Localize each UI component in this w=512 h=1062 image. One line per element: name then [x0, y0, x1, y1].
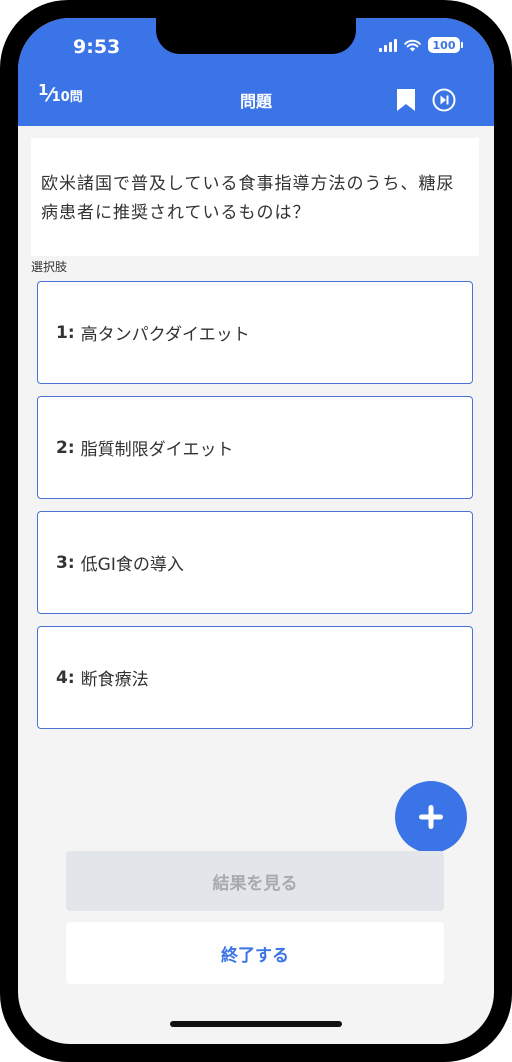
choice-4[interactable]: 4: 断食療法: [37, 626, 473, 729]
choice-text: 高タンパクダイエット: [80, 325, 250, 345]
question-text: 欧米諸国で普及している食事指導方法のうち、糖尿病患者に推奨されているものは？: [41, 174, 455, 223]
choice-number: 2:: [56, 437, 75, 458]
status-time: 9:53: [73, 36, 121, 58]
phone-frame: 9:53 100 1⁄10問 問題 欧米諸国で普及している食事指導方法のうち、糖…: [0, 0, 512, 1062]
choice-text: 低GI食の導入: [80, 555, 184, 575]
page-title: 問題: [239, 92, 272, 111]
choice-3[interactable]: 3: 低GI食の導入: [37, 511, 473, 614]
choice-number: 4:: [56, 667, 75, 688]
add-button[interactable]: [395, 781, 467, 853]
choice-text: 断食療法: [80, 670, 149, 690]
app-header: 9:53 100 1⁄10問 問題: [18, 18, 494, 126]
home-indicator[interactable]: [170, 1021, 342, 1027]
wifi-icon: [404, 39, 421, 52]
notch: [156, 18, 356, 54]
choice-2[interactable]: 2: 脂質制限ダイエット: [37, 396, 473, 499]
choice-number: 3:: [56, 552, 75, 573]
choice-number: 1:: [56, 322, 75, 343]
choices-label: 選択肢: [31, 260, 68, 274]
finish-button[interactable]: 終了する: [66, 922, 444, 984]
plus-icon: [419, 805, 443, 829]
view-results-button[interactable]: 結果を見る: [66, 851, 444, 911]
skip-icon[interactable]: [432, 88, 456, 112]
choice-text: 脂質制限ダイエット: [80, 440, 234, 460]
signal-icon: [379, 38, 397, 52]
question-card: 欧米諸国で普及している食事指導方法のうち、糖尿病患者に推奨されているものは？: [31, 138, 479, 256]
battery-level: 100: [432, 38, 456, 52]
bookmark-icon[interactable]: [396, 88, 416, 112]
choice-1[interactable]: 1: 高タンパクダイエット: [37, 281, 473, 384]
battery-icon: 100: [428, 37, 463, 53]
phone-screen: 9:53 100 1⁄10問 問題 欧米諸国で普及している食事指導方法のうち、糖…: [18, 18, 494, 1044]
status-icons: 100: [379, 37, 463, 53]
